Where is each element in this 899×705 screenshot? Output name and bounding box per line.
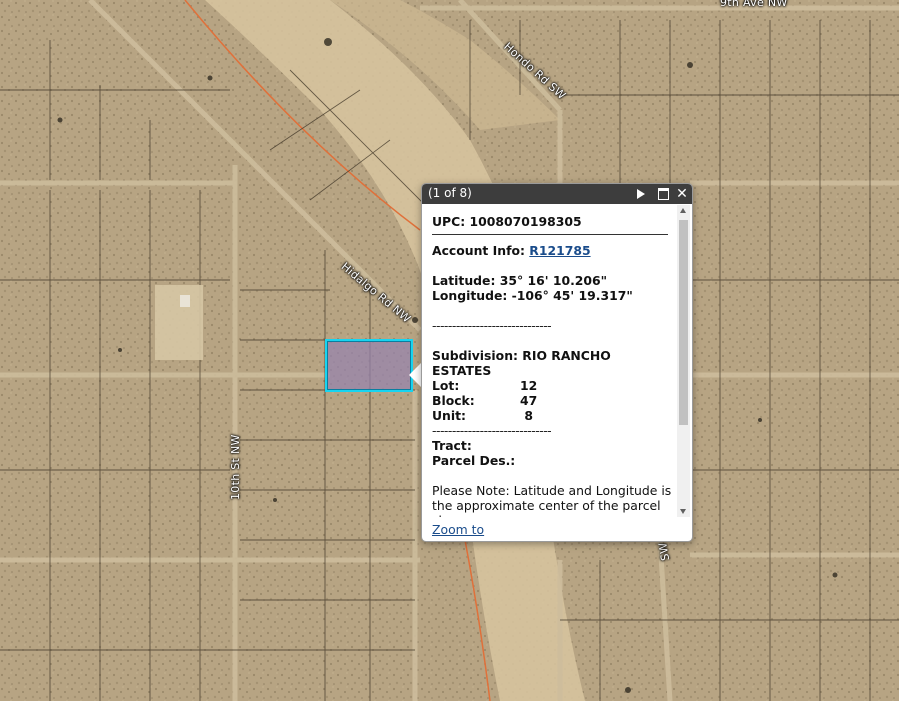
longitude-value: -106° 45' 19.317" xyxy=(511,288,633,303)
close-button[interactable]: ✕ xyxy=(675,186,689,202)
account-row: Account Info: R121785 xyxy=(432,243,678,258)
upc-label: UPC: xyxy=(432,214,466,229)
scroll-up-arrow-icon[interactable] xyxy=(680,208,686,213)
road-label-10th-st: 10th St NW xyxy=(229,434,242,500)
separator-2: ------------------------------ xyxy=(432,423,552,438)
separator-1: ------------------------------ xyxy=(432,318,552,333)
tract-label: Tract: xyxy=(432,438,472,453)
popup-content[interactable]: UPC: 1008070198305 Account Info: R121785… xyxy=(422,205,678,517)
block-value: 47 xyxy=(520,393,538,408)
upc-row: UPC: 1008070198305 xyxy=(432,214,668,235)
close-icon: ✕ xyxy=(676,186,688,202)
next-feature-button[interactable] xyxy=(634,186,648,202)
parcel-info-popup: (1 of 8) ✕ UPC: 1008070198305 Account In… xyxy=(421,183,693,542)
coordinates-note: Please Note: Latitude and Longitude is t… xyxy=(432,483,672,517)
unit-label: Unit: xyxy=(432,408,467,423)
block-label: Block: xyxy=(432,393,475,408)
parcel-des-label: Parcel Des.: xyxy=(432,453,516,468)
unit-value: 8 xyxy=(520,408,533,423)
play-icon xyxy=(637,189,645,199)
unit-row: Unit: 8 xyxy=(432,408,678,423)
popup-header: (1 of 8) ✕ xyxy=(422,184,692,204)
zoom-to-link[interactable]: Zoom to xyxy=(432,522,484,537)
scroll-thumb[interactable] xyxy=(679,220,688,425)
maximize-button[interactable] xyxy=(656,186,670,202)
upc-value: 1008070198305 xyxy=(469,214,582,229)
road-label-9th-ave: 9th Ave NW xyxy=(720,0,788,9)
latitude-row: Latitude: 35° 16' 10.206" xyxy=(432,273,678,288)
lot-row: Lot: 12 xyxy=(432,378,678,393)
latitude-value: 35° 16' 10.206" xyxy=(499,273,608,288)
account-label: Account Info: xyxy=(432,243,525,258)
lot-value: 12 xyxy=(520,378,538,393)
popup-scrollbar[interactable] xyxy=(677,205,690,517)
selected-parcel[interactable] xyxy=(325,339,413,392)
account-link[interactable]: R121785 xyxy=(529,243,590,258)
longitude-row: Longitude: -106° 45' 19.317" xyxy=(432,288,678,303)
block-row: Block: 47 xyxy=(432,393,678,408)
lot-label: Lot: xyxy=(432,378,460,393)
maximize-icon xyxy=(657,188,669,200)
scroll-down-arrow-icon[interactable] xyxy=(680,509,686,514)
latitude-label: Latitude: xyxy=(432,273,496,288)
subdivision-label: Subdivision: xyxy=(432,348,518,363)
subdivision-row: Subdivision: RIO RANCHO ESTATES xyxy=(432,348,668,378)
popup-title: (1 of 8) xyxy=(428,186,472,200)
longitude-label: Longitude: xyxy=(432,288,508,303)
